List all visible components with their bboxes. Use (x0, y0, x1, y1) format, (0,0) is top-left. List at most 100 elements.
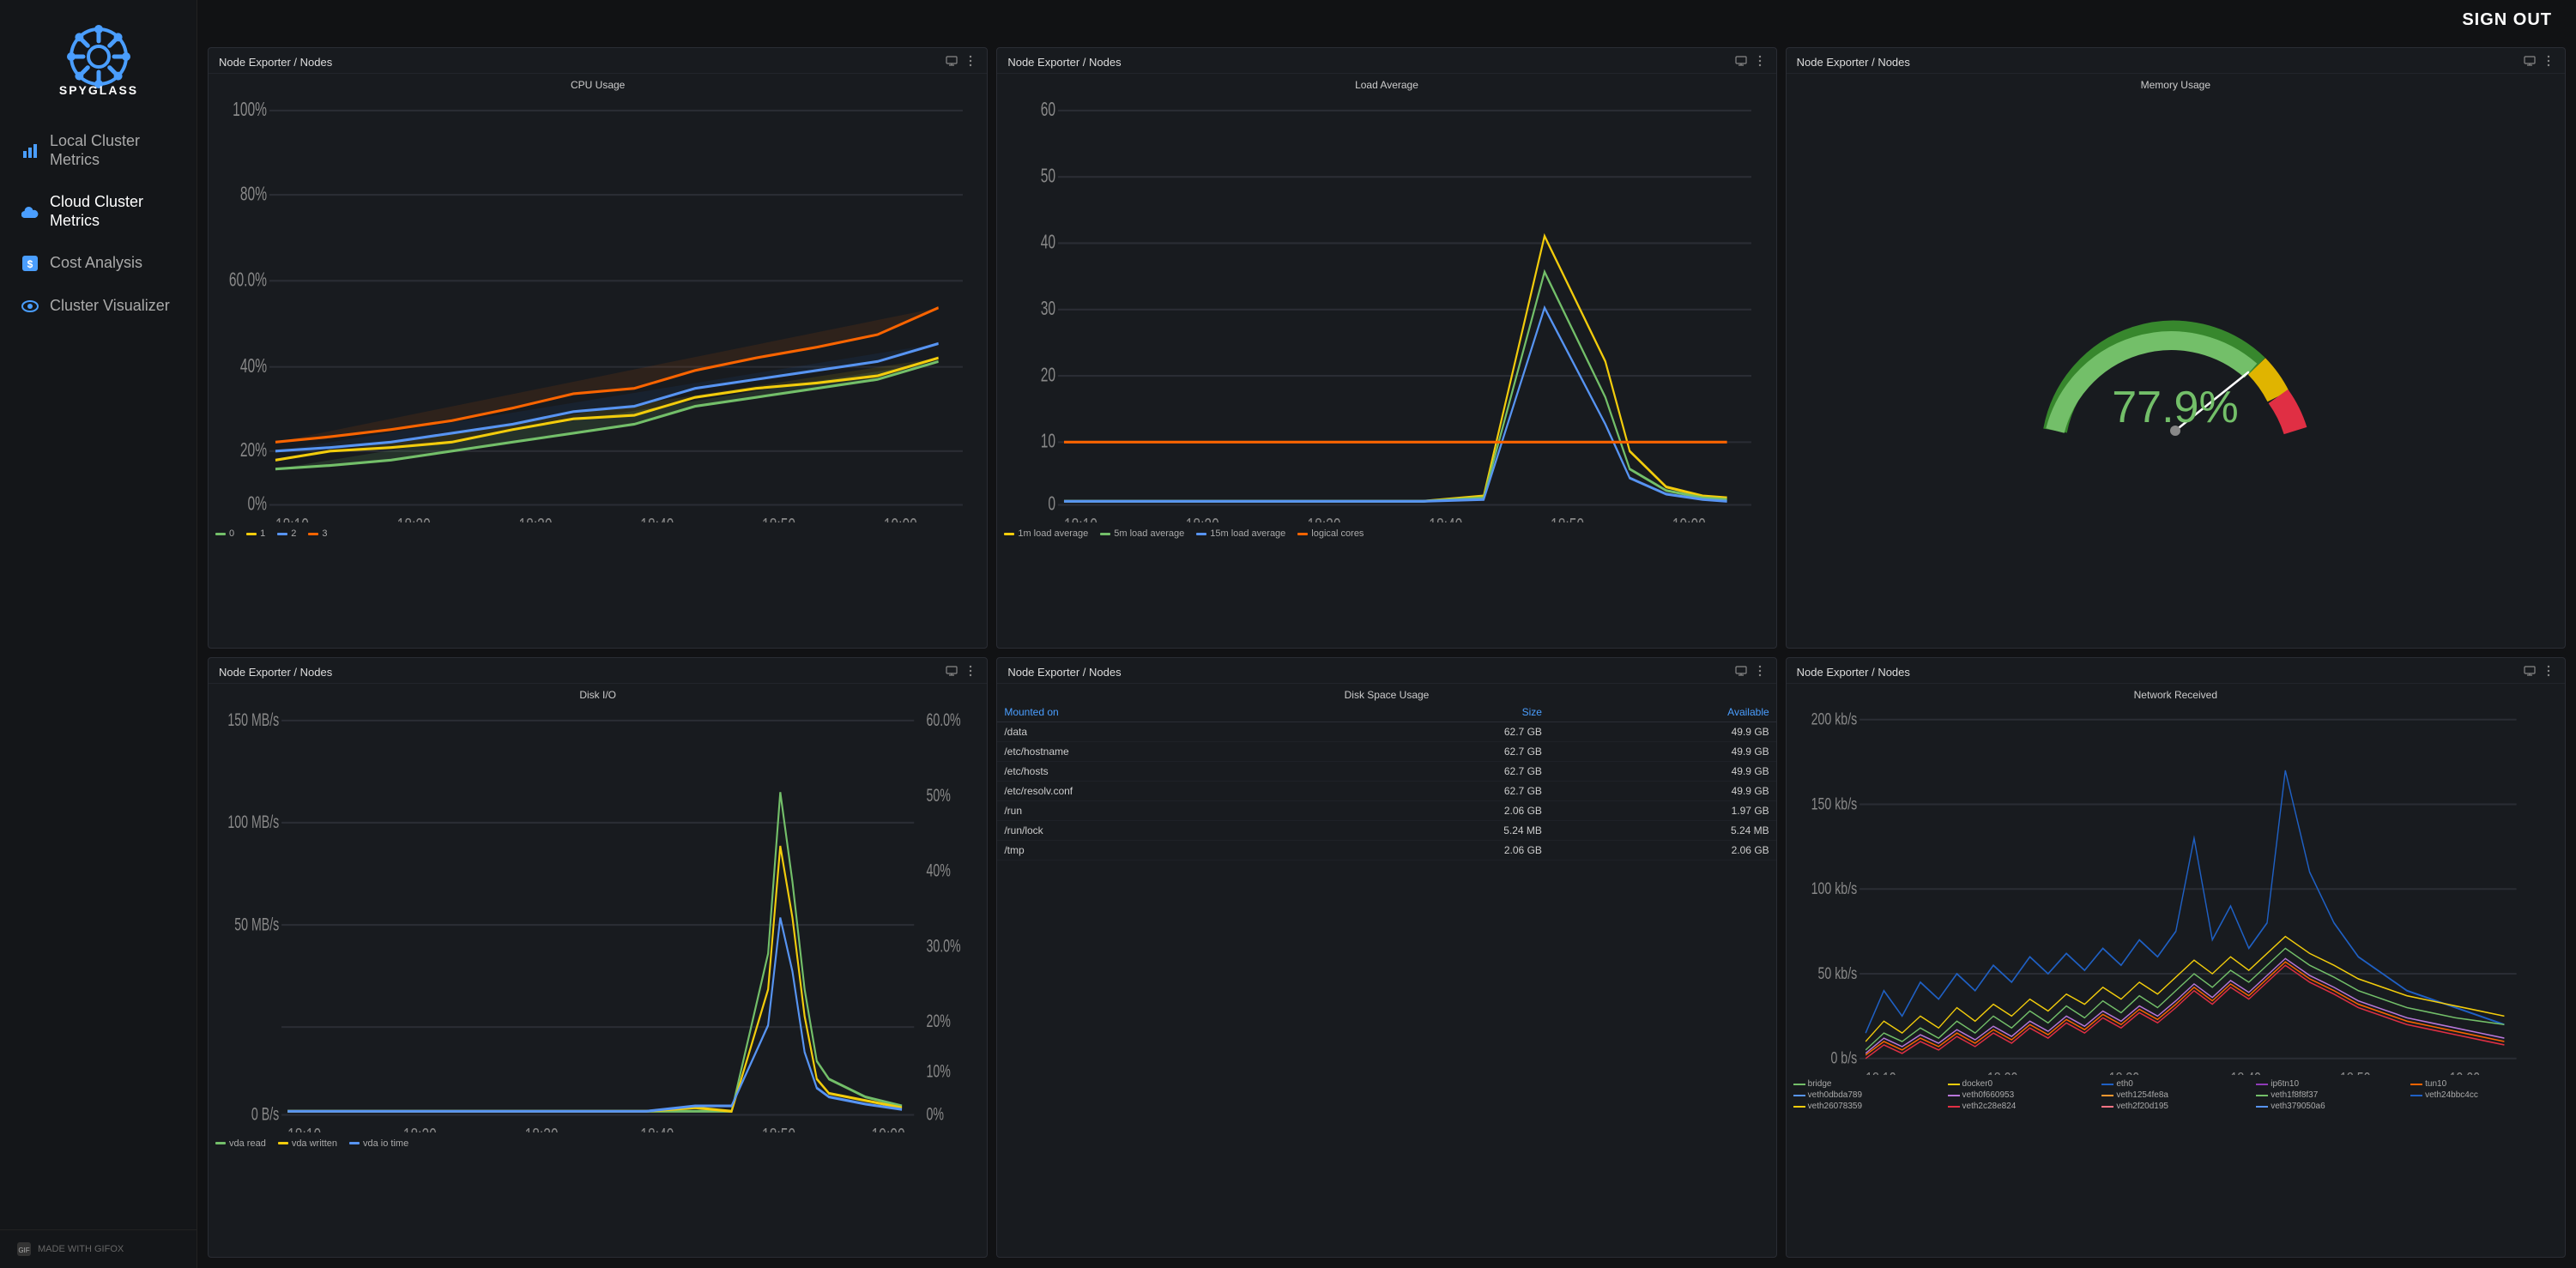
local-cluster-label: Local Cluster Metrics (50, 132, 176, 169)
svg-text:100%: 100% (233, 99, 267, 121)
panel-memory: Node Exporter / Nodes Memory Usage (1786, 47, 2566, 649)
cpu-legend-3: 3 (308, 528, 327, 539)
col-mounted-on: Mounted on (997, 703, 1334, 722)
disk-io-legend: vda read vda written vda io time (209, 1135, 987, 1154)
svg-text:SPYGLASS: SPYGLASS (58, 83, 137, 97)
cloud-icon (21, 206, 39, 218)
monitor-icon-disk-space[interactable] (1735, 666, 1747, 679)
panel-network-title: Node Exporter / Nodes (1797, 666, 1910, 679)
svg-text:30: 30 (1041, 298, 1055, 320)
more-icon[interactable] (964, 55, 977, 69)
load-legend-logical: logical cores (1297, 528, 1364, 539)
load-legend: 1m load average 5m load average 15m load… (997, 525, 1775, 544)
network-legend-item: veth0f660953 (1948, 1090, 2095, 1100)
sidebar-item-cost-analysis[interactable]: $ Cost Analysis (0, 242, 197, 285)
sidebar-item-cluster-visualizer[interactable]: Cluster Visualizer (0, 285, 197, 328)
logo-area: SPYGLASS (0, 0, 197, 112)
svg-text:18:20: 18:20 (397, 515, 431, 522)
panel-network-header: Node Exporter / Nodes (1787, 658, 2565, 684)
svg-text:50 MB/s: 50 MB/s (234, 914, 279, 933)
svg-text:19:00: 19:00 (872, 1124, 905, 1132)
monitor-icon-disk-io[interactable] (946, 666, 958, 679)
svg-text:18:10: 18:10 (287, 1124, 321, 1132)
col-available: Available (1549, 703, 1776, 722)
cpu-legend: 0 1 2 3 (209, 525, 987, 544)
svg-text:19:00: 19:00 (2449, 1068, 2479, 1076)
more-icon-disk-io[interactable] (964, 665, 977, 679)
gifox-icon: GIF (17, 1242, 31, 1256)
svg-text:18:40: 18:40 (640, 515, 674, 522)
svg-text:50: 50 (1041, 166, 1055, 188)
more-icon-load[interactable] (1754, 55, 1766, 69)
svg-text:150 kb/s: 150 kb/s (1811, 794, 1857, 813)
svg-text:19:00: 19:00 (1672, 515, 1706, 522)
svg-text:0 B/s: 0 B/s (251, 1104, 279, 1124)
nav-items: Local Cluster Metrics Cloud Cluster Metr… (0, 112, 197, 1229)
panel-cpu-header: Node Exporter / Nodes (209, 48, 987, 74)
sidebar-item-cloud-cluster[interactable]: Cloud Cluster Metrics (0, 181, 197, 242)
cost-analysis-label: Cost Analysis (50, 254, 142, 273)
svg-text:18:40: 18:40 (640, 1124, 674, 1132)
panel-network-body: Network Received 200 kb/s 150 kb/s 100 k… (1787, 684, 2565, 1258)
panel-load: Node Exporter / Nodes Load Average (996, 47, 1776, 649)
svg-text:30.0%: 30.0% (926, 935, 960, 955)
svg-text:18:10: 18:10 (275, 515, 309, 522)
svg-text:20: 20 (1041, 364, 1055, 386)
svg-text:200 kb/s: 200 kb/s (1811, 709, 1857, 728)
cpu-legend-2: 2 (277, 528, 296, 539)
svg-text:18:10: 18:10 (1865, 1068, 1896, 1076)
panel-disk-io: Node Exporter / Nodes Disk I/O (208, 657, 988, 1259)
sidebar: SPYGLASS Local Cluster Metrics Cloud Clu… (0, 0, 197, 1268)
svg-text:10: 10 (1041, 431, 1055, 453)
network-legend-item: veth26078359 (1793, 1102, 1941, 1111)
svg-text:18:30: 18:30 (525, 1124, 559, 1132)
svg-text:60.0%: 60.0% (229, 269, 267, 292)
more-icon-memory[interactable] (2543, 55, 2555, 69)
panel-disk-io-header: Node Exporter / Nodes (209, 658, 987, 684)
network-legend-item: veth379050a6 (2256, 1102, 2404, 1111)
dollar-icon: $ (21, 256, 39, 271)
monitor-icon-memory[interactable] (2524, 56, 2536, 69)
svg-text:100 MB/s: 100 MB/s (227, 812, 279, 831)
panel-load-header: Node Exporter / Nodes (997, 48, 1775, 74)
dashboard-grid: Node Exporter / Nodes CPU Usage (197, 40, 2576, 1268)
more-icon-network[interactable] (2543, 665, 2555, 679)
svg-text:150 MB/s: 150 MB/s (227, 709, 279, 729)
top-bar: SIGN OUT (197, 0, 2576, 40)
network-chart-title: Network Received (1787, 684, 2565, 703)
disk-io-legend-io-time: vda io time (349, 1138, 408, 1149)
svg-text:60: 60 (1041, 99, 1055, 121)
sign-out-button[interactable]: SIGN OUT (2462, 10, 2552, 30)
panel-network: Node Exporter / Nodes Network Received (1786, 657, 2566, 1259)
svg-text:18:50: 18:50 (762, 1124, 795, 1132)
panel-disk-io-title: Node Exporter / Nodes (219, 666, 332, 679)
svg-text:40: 40 (1041, 232, 1055, 254)
svg-text:18:50: 18:50 (1551, 515, 1584, 522)
disk-space-table: Mounted on Size Available /data62.7 GB49… (997, 703, 1775, 860)
more-icon-disk-space[interactable] (1754, 665, 1766, 679)
disk-io-legend-written: vda written (278, 1138, 337, 1149)
monitor-icon-network[interactable] (2524, 666, 2536, 679)
eye-icon (21, 300, 39, 312)
monitor-icon-load[interactable] (1735, 56, 1747, 69)
panel-memory-icons (2524, 55, 2555, 69)
network-legend-item: veth1f8f8f37 (2256, 1090, 2404, 1100)
panel-disk-io-body: Disk I/O 150 MB/s 100 MB/s 50 MB/s 0 B/s… (209, 684, 987, 1258)
svg-text:0%: 0% (248, 493, 268, 516)
panel-disk-space-icons (1735, 665, 1766, 679)
cpu-chart-title: CPU Usage (209, 74, 987, 93)
panel-disk-space-header: Node Exporter / Nodes (997, 658, 1775, 684)
svg-text:18:20: 18:20 (1987, 1068, 2017, 1076)
svg-text:18:30: 18:30 (2108, 1068, 2138, 1076)
panel-disk-space-title: Node Exporter / Nodes (1007, 666, 1121, 679)
cpu-legend-0: 0 (215, 528, 234, 539)
panel-load-title: Node Exporter / Nodes (1007, 56, 1121, 69)
svg-text:18:30: 18:30 (1308, 515, 1341, 522)
network-legend-item: ip6tn10 (2256, 1079, 2404, 1089)
network-legend-item: veth2c28e824 (1948, 1102, 2095, 1111)
network-legend-item: veth0dbda789 (1793, 1090, 1941, 1100)
disk-io-legend-read: vda read (215, 1138, 266, 1149)
monitor-icon[interactable] (946, 56, 958, 69)
svg-text:0: 0 (1049, 493, 1056, 516)
sidebar-item-local-cluster[interactable]: Local Cluster Metrics (0, 120, 197, 181)
